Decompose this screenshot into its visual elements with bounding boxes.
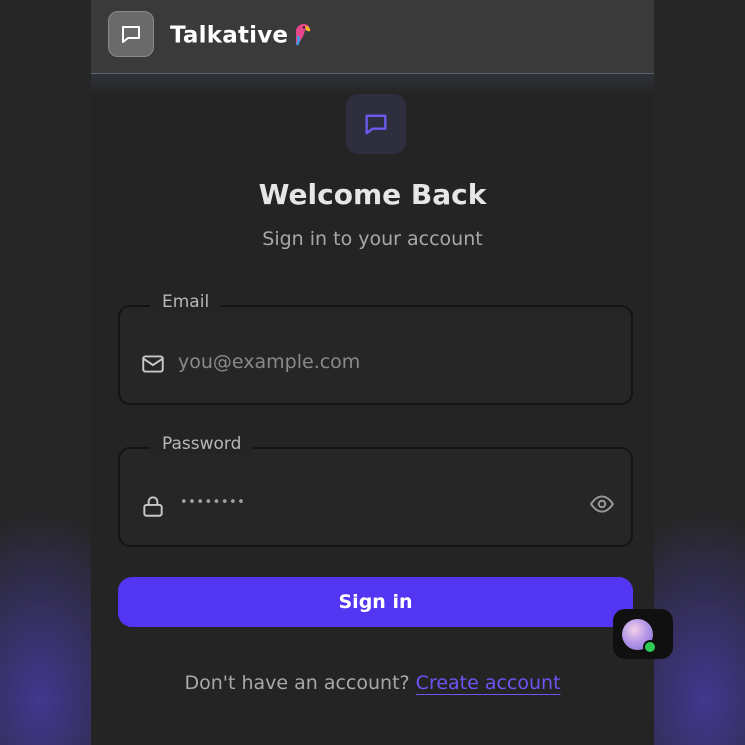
lock-icon [143,496,163,517]
viewport: Talkative Welcome Back Sign in to your a… [0,0,745,745]
signup-prompt-text: Don't have an account? [184,672,410,694]
signup-prompt: Don't have an account? Create account [91,672,654,694]
chat-bubble-icon [122,26,140,43]
email-input[interactable] [178,345,578,379]
online-status-dot [643,640,657,654]
parrot-icon [290,20,314,52]
app-header: Talkative [91,0,654,96]
password-field[interactable]: Password •••••••• [118,434,633,547]
password-label: Password [150,434,254,454]
sign-in-button[interactable]: Sign in [118,577,633,627]
logo-button[interactable] [108,11,154,57]
page-title: Welcome Back [258,178,487,211]
hero-chat-icon [346,94,406,154]
email-label: Email [150,292,222,312]
app-name: Talkative [170,22,289,49]
app-window: Talkative Welcome Back Sign in to your a… [91,0,654,745]
mail-icon [142,355,164,373]
eye-icon[interactable] [589,491,615,517]
password-input[interactable]: •••••••• [180,495,245,510]
email-field[interactable]: Email [118,292,633,405]
chat-bubble-icon [365,114,387,135]
create-account-link[interactable]: Create account [416,672,561,694]
app-title: Talkative [170,20,314,52]
assistant-widget-button[interactable] [613,609,673,659]
page-subtitle: Sign in to your account [262,228,483,250]
